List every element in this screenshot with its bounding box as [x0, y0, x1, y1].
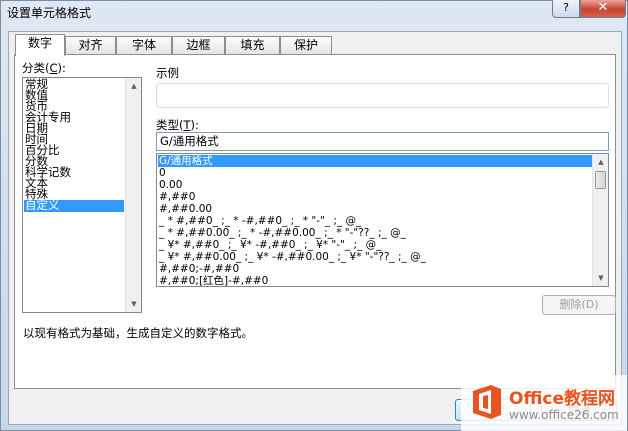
scroll-thumb[interactable]	[595, 171, 606, 189]
office-logo-icon	[473, 385, 501, 419]
format-item[interactable]: _ ¥* #,##0_ ;_ ¥* -#,##0_ ;_ ¥* "-"_ ;_ …	[158, 239, 381, 251]
format-item[interactable]: G/通用格式	[158, 155, 592, 167]
format-item[interactable]: #,##0	[158, 191, 195, 203]
title-bar: 设置单元格格式 ? ✕	[1, 0, 627, 23]
format-description: 以现有格式为基础，生成自定义的数字格式。	[23, 326, 253, 340]
number-tab-panel: 分类(C): 常规 数值 货币 会计专用 日期 时间 百分比 分数 科学记数 文…	[14, 54, 616, 389]
format-item[interactable]: 0	[158, 167, 166, 179]
delete-button[interactable]: 删除(D)	[542, 295, 616, 315]
format-item[interactable]: _ * #,##0.00_ ;_ * -#,##0.00_ ;_ * "-"??…	[158, 227, 406, 239]
scroll-up-arrow-icon[interactable]: ▲	[126, 78, 141, 94]
scroll-down-arrow-icon[interactable]: ▼	[126, 296, 141, 312]
sample-box	[156, 83, 609, 108]
watermark-url: www.office26.com	[509, 408, 619, 422]
category-label: 分类(C):	[22, 61, 66, 75]
watermark-title: Office教程网	[509, 389, 616, 409]
tab-fill[interactable]: 填充	[225, 36, 280, 55]
sample-label: 示例	[156, 66, 179, 80]
scroll-up-arrow-icon[interactable]: ▲	[593, 154, 608, 170]
format-item[interactable]: 0.00	[158, 179, 182, 191]
window-title: 设置单元格格式	[7, 6, 92, 20]
format-scrollbar[interactable]: ▲ ▼	[592, 154, 608, 286]
watermark: Office教程网 www.office26.com	[461, 375, 627, 431]
tab-font[interactable]: 字体	[116, 36, 172, 55]
close-button[interactable]: ✕	[580, 0, 626, 18]
category-list[interactable]: 常规 数值 货币 会计专用 日期 时间 百分比 分数 科学记数 文本 特殊 自定…	[22, 77, 142, 313]
format-item[interactable]: #,##0.00	[158, 203, 212, 215]
scroll-down-arrow-icon[interactable]: ▼	[593, 270, 608, 286]
tab-alignment[interactable]: 对齐	[65, 36, 116, 55]
format-list[interactable]: G/通用格式 0 0.00 #,##0 #,##0.00 _ * #,##0_ …	[156, 153, 609, 287]
type-label: 类型(T):	[156, 118, 199, 132]
category-scrollbar[interactable]: ▲ ▼	[125, 78, 141, 312]
format-item[interactable]: _ * #,##0_ ;_ * -#,##0_ ;_ * "-"_ ;_ @_	[158, 215, 361, 227]
format-item[interactable]: _ ¥* #,##0.00_ ;_ ¥* -#,##0.00_ ;_ ¥* "-…	[158, 251, 426, 263]
category-item-custom[interactable]: 自定义	[24, 199, 124, 212]
dialog-client-area: 数字 对齐 字体 边框 填充 保护 分类(C): 常规 数值 货币 会计专用 日…	[8, 31, 622, 425]
format-item[interactable]: #,##0;-#,##0	[158, 263, 239, 275]
type-input[interactable]: G/通用格式	[156, 132, 609, 151]
tab-border[interactable]: 边框	[172, 36, 225, 55]
tab-protection[interactable]: 保护	[280, 36, 332, 55]
help-button[interactable]: ?	[552, 0, 580, 18]
format-cells-dialog: 设置单元格格式 ? ✕ 数字 对齐 字体 边框 填充 保护 分类(C): 常规 …	[0, 0, 628, 431]
format-item[interactable]: #,##0;[红色]-#,##0	[158, 275, 268, 286]
tab-number[interactable]: 数字	[15, 34, 65, 56]
